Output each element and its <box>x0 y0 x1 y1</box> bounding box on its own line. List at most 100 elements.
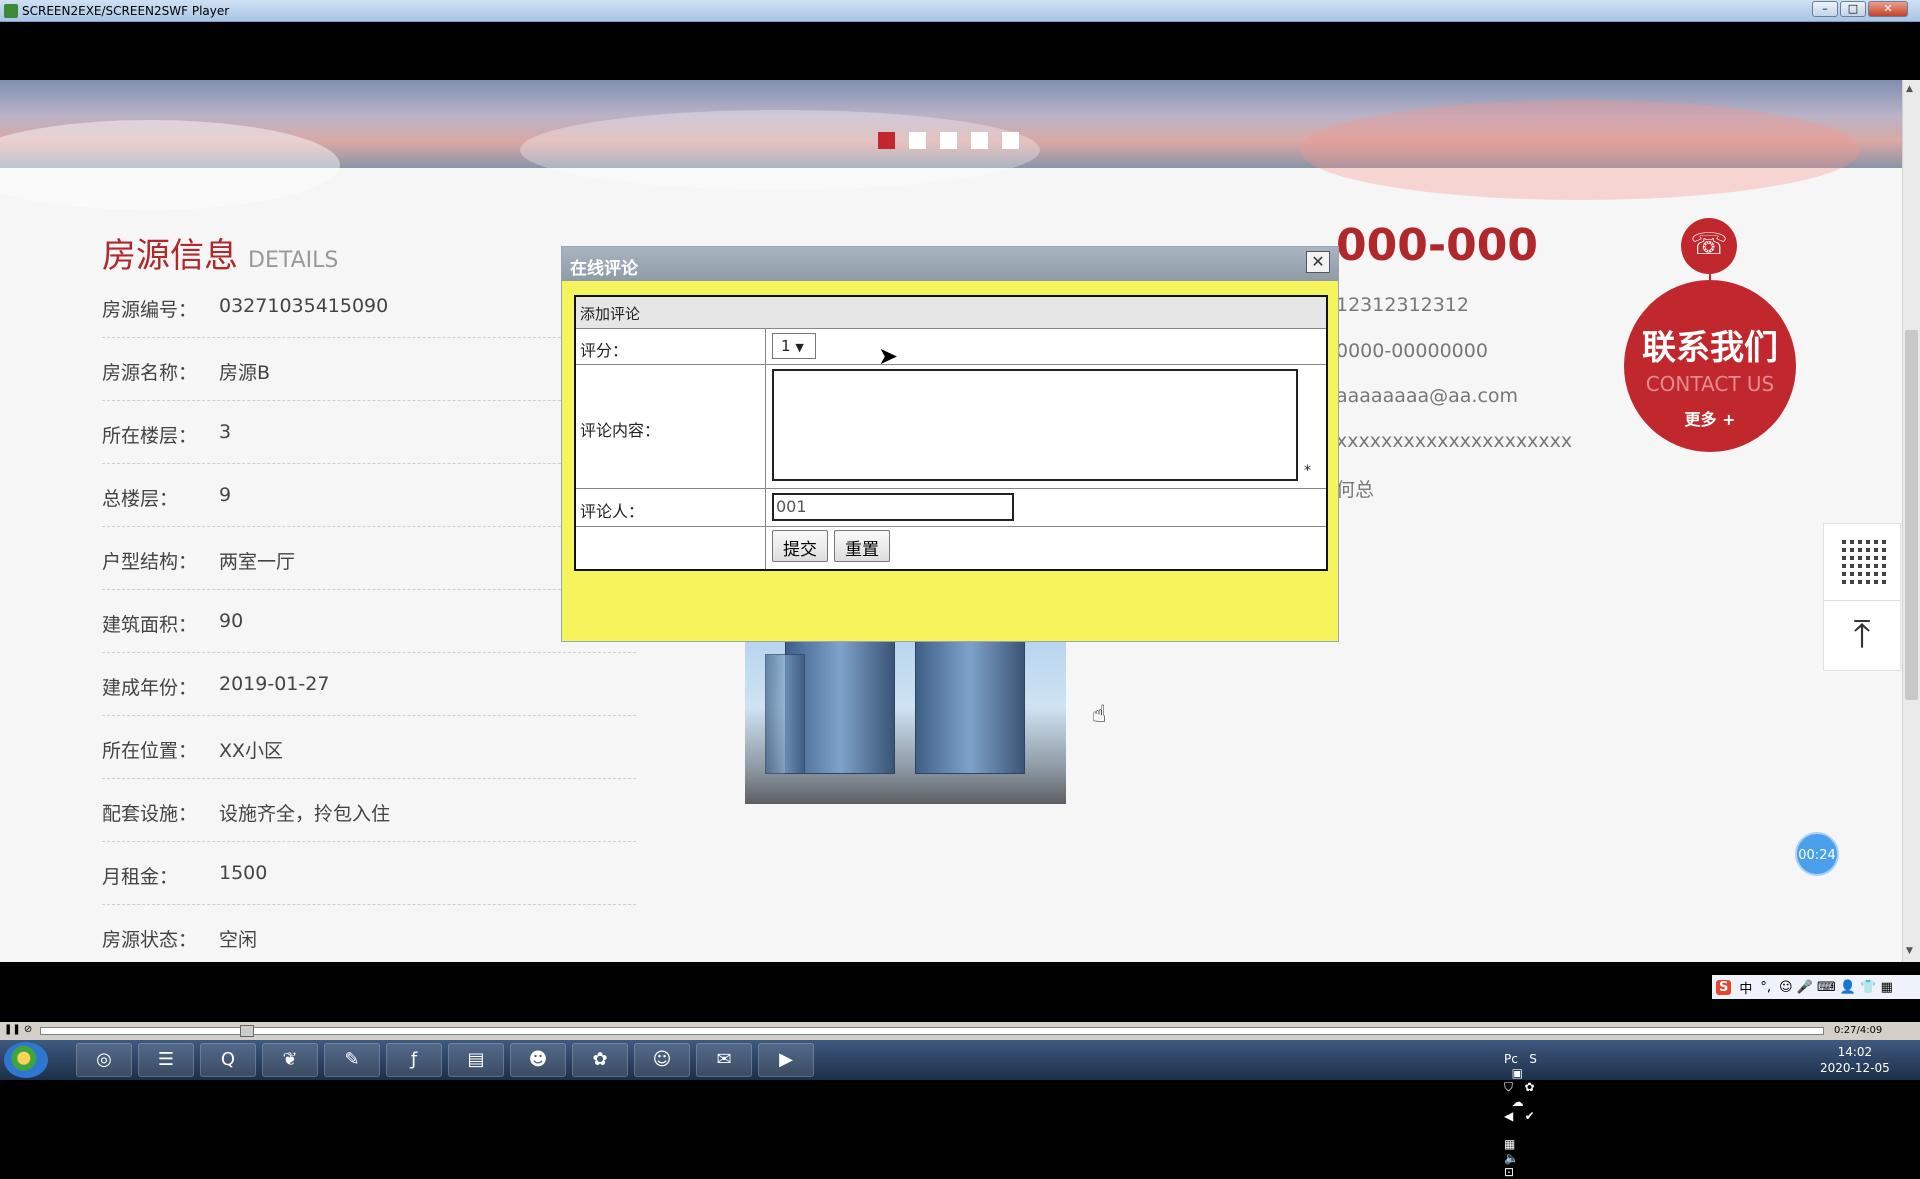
minimize-button[interactable]: – <box>1812 1 1838 17</box>
taskbar-wechat-icon[interactable]: ✉ <box>696 1043 752 1077</box>
detail-label: 建成年份： <box>102 677 198 699</box>
detail-row: 配套设施： 设施齐全，拎包入住 <box>102 779 636 842</box>
dialog-close-button[interactable]: ✕ <box>1306 251 1330 273</box>
seek-track[interactable] <box>40 1027 1824 1035</box>
taskbar-flash-icon[interactable]: ƒ <box>386 1043 442 1077</box>
detail-row: 建筑面积： 90 <box>102 590 636 653</box>
contact-us-badge[interactable]: 联系我们 CONTACT US 更多 + <box>1624 280 1796 452</box>
rating-value: 1 <box>781 337 791 355</box>
phone-icon: ☏ <box>1681 218 1737 274</box>
contact-us-en: CONTACT US <box>1645 372 1775 396</box>
hand-cursor-icon: ☝ <box>1092 700 1107 728</box>
detail-label: 配套设施： <box>102 803 198 825</box>
back-to-top-icon[interactable]: ⤒ <box>1824 600 1900 670</box>
qr-code-overlay <box>1842 538 1888 584</box>
taskbar-eclipse-icon[interactable]: ☰ <box>138 1043 194 1077</box>
slider-dot-1[interactable] <box>878 132 895 149</box>
rating-label: 评分： <box>580 341 629 360</box>
detail-label: 建筑面积： <box>102 614 198 636</box>
slider-dot-2[interactable] <box>909 132 926 149</box>
tray-icons[interactable]: Pc S ▣ ⛉ ✿ ☁ ◀ ✔ ▦ 🔈 ⊡ <box>1504 1052 1538 1179</box>
detail-row: 户型结构： 两室一厅 <box>102 527 636 590</box>
details-title: 房源信息 <box>102 236 238 276</box>
slider-dot-4[interactable] <box>971 132 988 149</box>
form-section-title: 添加评论 <box>576 297 1326 329</box>
contact-mobile: 12312312312 <box>1336 294 1469 316</box>
detail-value: XX小区 <box>219 740 284 762</box>
taskbar-browser-icon[interactable]: Q <box>200 1043 256 1077</box>
maximize-button[interactable]: □ <box>1840 1 1866 17</box>
scroll-down-icon[interactable]: ▼ <box>1906 946 1913 956</box>
detail-value: 2019-01-27 <box>219 673 330 695</box>
rating-select[interactable]: 1 ▼ <box>772 333 816 359</box>
more-link[interactable]: 更多 + <box>1624 406 1796 430</box>
taskbar-chrome-icon[interactable]: ◎ <box>76 1043 132 1077</box>
detail-label: 所在位置： <box>102 740 198 762</box>
scroll-thumb[interactable] <box>1905 330 1918 700</box>
pause-button[interactable]: ❚❚ ⊘ <box>4 1024 32 1035</box>
chevron-down-icon: ▼ <box>795 341 804 354</box>
content-row: 评论内容： * <box>576 365 1326 489</box>
start-button[interactable] <box>4 1042 48 1078</box>
slider-dots <box>878 132 1019 149</box>
content-label: 评论内容： <box>580 421 661 440</box>
contact-us-zh: 联系我们 <box>1642 328 1778 368</box>
taskbar-notepad-icon[interactable]: ✎ <box>324 1043 380 1077</box>
taskbar-player-icon[interactable]: ▶ <box>758 1043 814 1077</box>
banner <box>0 80 1920 210</box>
detail-label: 总楼层： <box>102 488 179 510</box>
detail-row: 总楼层： 9 <box>102 464 636 527</box>
detail-value: 空闲 <box>219 929 258 951</box>
detail-row: 房源编号： 03271035415090 <box>102 275 636 338</box>
taskbar-explorer-icon[interactable]: ▤ <box>448 1043 504 1077</box>
dialog-title: 在线评论 <box>562 247 1338 281</box>
contact-address: xxxxxxxxxxxxxxxxxxxxx <box>1336 430 1573 452</box>
slider-dot-5[interactable] <box>1002 132 1019 149</box>
taskbar-clock[interactable]: 14:02 2020-12-05 <box>1820 1044 1890 1076</box>
detail-value: 房源B <box>219 362 271 384</box>
scroll-up-icon[interactable]: ▲ <box>1906 84 1913 94</box>
taskbar-avatar-icon[interactable]: ☺ <box>634 1043 690 1077</box>
ime-tool-icons[interactable]: ☺ 🎤 ⌨ 👤 👕 ▦ <box>1779 980 1893 995</box>
ime-punct[interactable]: °, <box>1760 980 1771 995</box>
detail-value: 3 <box>219 421 232 443</box>
slider-dot-3[interactable] <box>940 132 957 149</box>
ime-mode[interactable]: 中 <box>1739 978 1752 997</box>
taskbar-qq-icon[interactable]: ☻ <box>510 1043 566 1077</box>
comment-content-textarea[interactable] <box>772 369 1298 481</box>
arrow-cursor-icon: ➤ <box>878 342 899 370</box>
app-icon <box>4 4 18 18</box>
window-title: SCREEN2EXE/SCREEN2SWF Player <box>22 4 230 18</box>
window-titlebar: SCREEN2EXE/SCREEN2SWF Player – □ ✕ <box>0 0 1920 22</box>
commenter-row: 评论人： 001 <box>576 489 1326 527</box>
detail-value: 90 <box>219 610 244 632</box>
detail-value: 1500 <box>219 862 268 884</box>
taskbar: ◎ ☰ Q ❦ ✎ ƒ ▤ ☻ ✿ ☺ ✉ ▶ Pc S ▣ ⛉ ✿ ☁ ◀ ✔… <box>0 1040 1920 1179</box>
vertical-scrollbar[interactable]: ▲ ▼ <box>1902 80 1920 962</box>
reset-button[interactable]: 重置 <box>834 530 890 562</box>
detail-value: 两室一厅 <box>219 551 296 573</box>
detail-value: 设施齐全，拎包入住 <box>219 803 391 825</box>
taskbar-leaf-icon[interactable]: ❦ <box>262 1043 318 1077</box>
detail-row: 建成年份： 2019-01-27 <box>102 653 636 716</box>
detail-row: 房源状态： 空闲 <box>102 905 636 962</box>
recording-timer: 00:24 <box>1795 832 1839 876</box>
detail-row: 所在位置： XX小区 <box>102 716 636 779</box>
seek-knob[interactable] <box>240 1025 254 1037</box>
comment-form: 添加评论 评分： 1 ▼ 评论内容： * 评论人： 001 提交 重置 <box>574 295 1328 571</box>
taskbar-network-icon[interactable]: ✿ <box>572 1043 628 1077</box>
commenter-input[interactable]: 001 <box>772 493 1014 521</box>
close-window-button[interactable]: ✕ <box>1868 1 1908 17</box>
detail-label: 户型结构： <box>102 551 198 573</box>
rating-row: 评分： 1 ▼ <box>576 329 1326 365</box>
contact-phone: 000-000 <box>1336 220 1538 271</box>
page-viewport: 房源信息 DETAILS 房源编号： 03271035415090 房源名称： 房源B… <box>0 80 1920 962</box>
submit-button[interactable]: 提交 <box>772 530 828 562</box>
detail-label: 房源名称： <box>102 362 198 384</box>
player-time: 0:27/4:09 <box>1834 1025 1883 1036</box>
sogou-logo-icon[interactable]: S <box>1716 979 1732 995</box>
player-black-area <box>0 962 1920 1016</box>
detail-row: 所在楼层： 3 <box>102 401 636 464</box>
detail-label: 房源状态： <box>102 929 198 951</box>
comment-dialog: 在线评论 ✕ 添加评论 评分： 1 ▼ 评论内容： * 评论人： 001 提交 … <box>561 246 1339 642</box>
